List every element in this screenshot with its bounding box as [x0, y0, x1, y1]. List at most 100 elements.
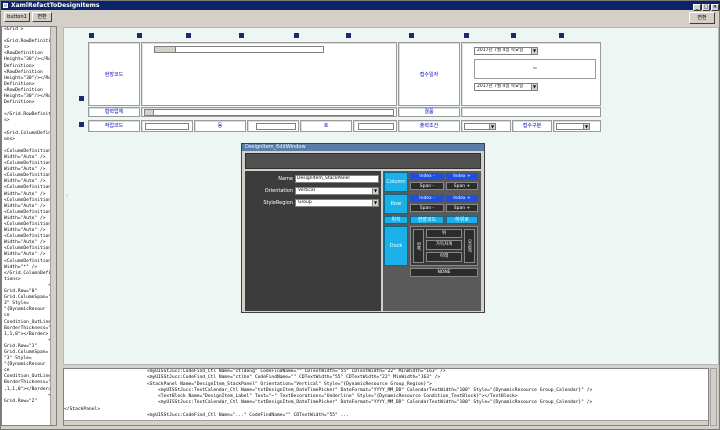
tab-site-code[interactable]: 현장코드: [410, 216, 444, 224]
column-marker[interactable]: [511, 33, 516, 38]
orientation-select[interactable]: Vertical ▼: [295, 187, 379, 195]
left-arrow-icon[interactable]: ‹: [66, 193, 68, 199]
column-marker[interactable]: [346, 33, 351, 38]
ho-label: 호: [323, 123, 329, 129]
shortage-field-cell[interactable]: [461, 107, 601, 117]
partner-search-button[interactable]: [144, 109, 154, 116]
output-cond-label-cell[interactable]: 출력조건: [398, 120, 460, 132]
receipt-type-label-cell[interactable]: 접수구분: [512, 120, 552, 132]
column-span-plus-button[interactable]: Span +: [446, 182, 478, 190]
row-index-plus-button[interactable]: Index +: [446, 195, 478, 202]
ho-field-cell[interactable]: [353, 120, 397, 132]
dock-fill-button[interactable]: 가득차게: [426, 240, 462, 250]
dialog-title: DesignItem_EditWindow: [242, 144, 484, 151]
site-code-search-button[interactable]: [154, 46, 176, 53]
column-marker[interactable]: [409, 33, 414, 38]
receipt-type-label: 접수구분: [522, 123, 542, 129]
chevron-down-icon: ▼: [372, 188, 378, 194]
column-index-plus-button[interactable]: Index +: [446, 173, 478, 180]
orientation-label: Orientation: [264, 188, 293, 194]
date-from-value: 2017년 7월 4일 목요일: [477, 48, 524, 53]
style-region-label: StyleRegion: [263, 200, 293, 206]
column-marker[interactable]: [239, 33, 244, 38]
date-separator: ~: [474, 59, 596, 79]
dong-field-cell[interactable]: [247, 120, 299, 132]
dock-bottom-button[interactable]: 아래: [426, 252, 462, 262]
column-marker[interactable]: [559, 33, 564, 38]
chevron-down-icon: ▼: [372, 200, 378, 206]
close-icon[interactable]: ×: [711, 4, 719, 11]
name-input[interactable]: DesignItem_StackPanel: [295, 175, 379, 183]
chevron-down-icon: ▼: [489, 124, 495, 129]
shortage-label-cell[interactable]: 결품: [398, 107, 460, 117]
dong-label-cell[interactable]: 동: [194, 120, 246, 132]
row1-field-cell[interactable]: [141, 42, 397, 106]
date-range-cell[interactable]: 2017년 7월 4일 목요일 ▼ ~ 2017년 7월 4일 목요일 ▼: [461, 42, 601, 106]
column-marker[interactable]: [137, 33, 142, 38]
dialog-header-area: [245, 153, 481, 169]
column-index-minus-button[interactable]: Index -: [410, 173, 444, 180]
dock-right-button[interactable]: 오른쪽: [464, 229, 475, 263]
main-window: XamlRefactToDesignItems _ □ × button1 변환 변…: [0, 0, 720, 430]
row-index-minus-button[interactable]: Index -: [410, 195, 444, 202]
date-label: 접수일자: [419, 72, 439, 78]
row2-label-cell[interactable]: 협력업체: [88, 107, 140, 117]
row-marker[interactable]: [79, 96, 84, 101]
convert-button[interactable]: 변환: [689, 12, 715, 24]
app-icon: [3, 3, 8, 8]
date-to-picker[interactable]: 2017년 7월 4일 목요일 ▼: [474, 83, 538, 91]
maximize-icon[interactable]: □: [702, 4, 710, 11]
receipt-type-select[interactable]: ▼: [556, 123, 590, 130]
chevron-down-icon: ▼: [531, 84, 537, 90]
orientation-value: Vertical: [298, 188, 315, 193]
xaml-output-pane[interactable]: <myUISStJucc:CodeFind_Ctl Name="ctldong"…: [63, 368, 709, 426]
dong-label: 동: [217, 123, 223, 129]
ho-input[interactable]: [358, 123, 394, 130]
column-label: Column: [384, 172, 408, 192]
row1-label-cell[interactable]: 현장코드: [88, 42, 140, 106]
column-marker[interactable]: [186, 33, 191, 38]
column-marker[interactable]: [294, 33, 299, 38]
code-horizontal-scrollbar[interactable]: [64, 420, 708, 425]
left-scrollbar[interactable]: [50, 27, 56, 425]
properties-panel: Name DesignItem_StackPanel Orientation V…: [245, 171, 381, 311]
name-label: Name: [278, 176, 293, 182]
column-marker[interactable]: [89, 33, 94, 38]
row-span-minus-button[interactable]: Span -: [410, 204, 444, 212]
style-region-select[interactable]: Group ▼: [295, 199, 379, 207]
tab-move-down[interactable]: 하위로: [446, 216, 478, 224]
code-vertical-scrollbar[interactable]: [710, 368, 717, 426]
title-bar: XamlRefactToDesignItems _ □ ×: [1, 1, 720, 11]
column-span-minus-button[interactable]: Span -: [410, 182, 444, 190]
dock-left-button[interactable]: 왼쪽: [413, 229, 424, 263]
date-label-cell[interactable]: 접수일자: [398, 42, 460, 106]
date-from-picker[interactable]: 2017년 7월 4일 목요일 ▼: [474, 47, 538, 55]
row-marker[interactable]: [79, 122, 84, 127]
dong-input[interactable]: [256, 123, 296, 130]
output-cond-select[interactable]: ▼: [464, 123, 496, 130]
dock-top-button[interactable]: 위: [426, 229, 462, 238]
work-code-cell[interactable]: [141, 120, 193, 132]
xaml-source-pane[interactable]: <Grid > <Grid.RowDefinition s> <RowDefin…: [1, 26, 57, 426]
apply-button[interactable]: 변환: [32, 12, 52, 22]
output-cond-field-cell[interactable]: ▼: [461, 120, 511, 132]
row2-field-cell[interactable]: [141, 107, 397, 117]
receipt-type-field-cell[interactable]: ▼: [553, 120, 601, 132]
dock-grid: 왼쪽 위 가득차게 아래 오른쪽: [410, 226, 478, 266]
partner-input[interactable]: [144, 109, 394, 116]
row1-label: 현장코드: [104, 72, 124, 78]
row3-label-cell[interactable]: 작업코드: [88, 120, 140, 132]
window-controls: _ □ ×: [692, 2, 719, 11]
chevron-down-icon: ▼: [583, 124, 589, 129]
button1[interactable]: button1: [4, 12, 30, 22]
work-code-input[interactable]: [145, 123, 189, 130]
row-span-plus-button[interactable]: Span +: [446, 204, 478, 212]
chevron-down-icon: ▼: [531, 48, 537, 54]
code-line: <myUISStJucc:CodeFind_Ctl Name="..." Cod…: [64, 413, 349, 419]
ho-label-cell[interactable]: 호: [300, 120, 352, 132]
site-code-input[interactable]: [154, 46, 324, 53]
xaml-source-text: <Grid > <Grid.RowDefinition s> <RowDefin…: [4, 27, 57, 404]
minimize-icon[interactable]: _: [693, 4, 701, 11]
column-marker[interactable]: [464, 33, 469, 38]
dock-none-button[interactable]: NONE: [410, 268, 478, 277]
